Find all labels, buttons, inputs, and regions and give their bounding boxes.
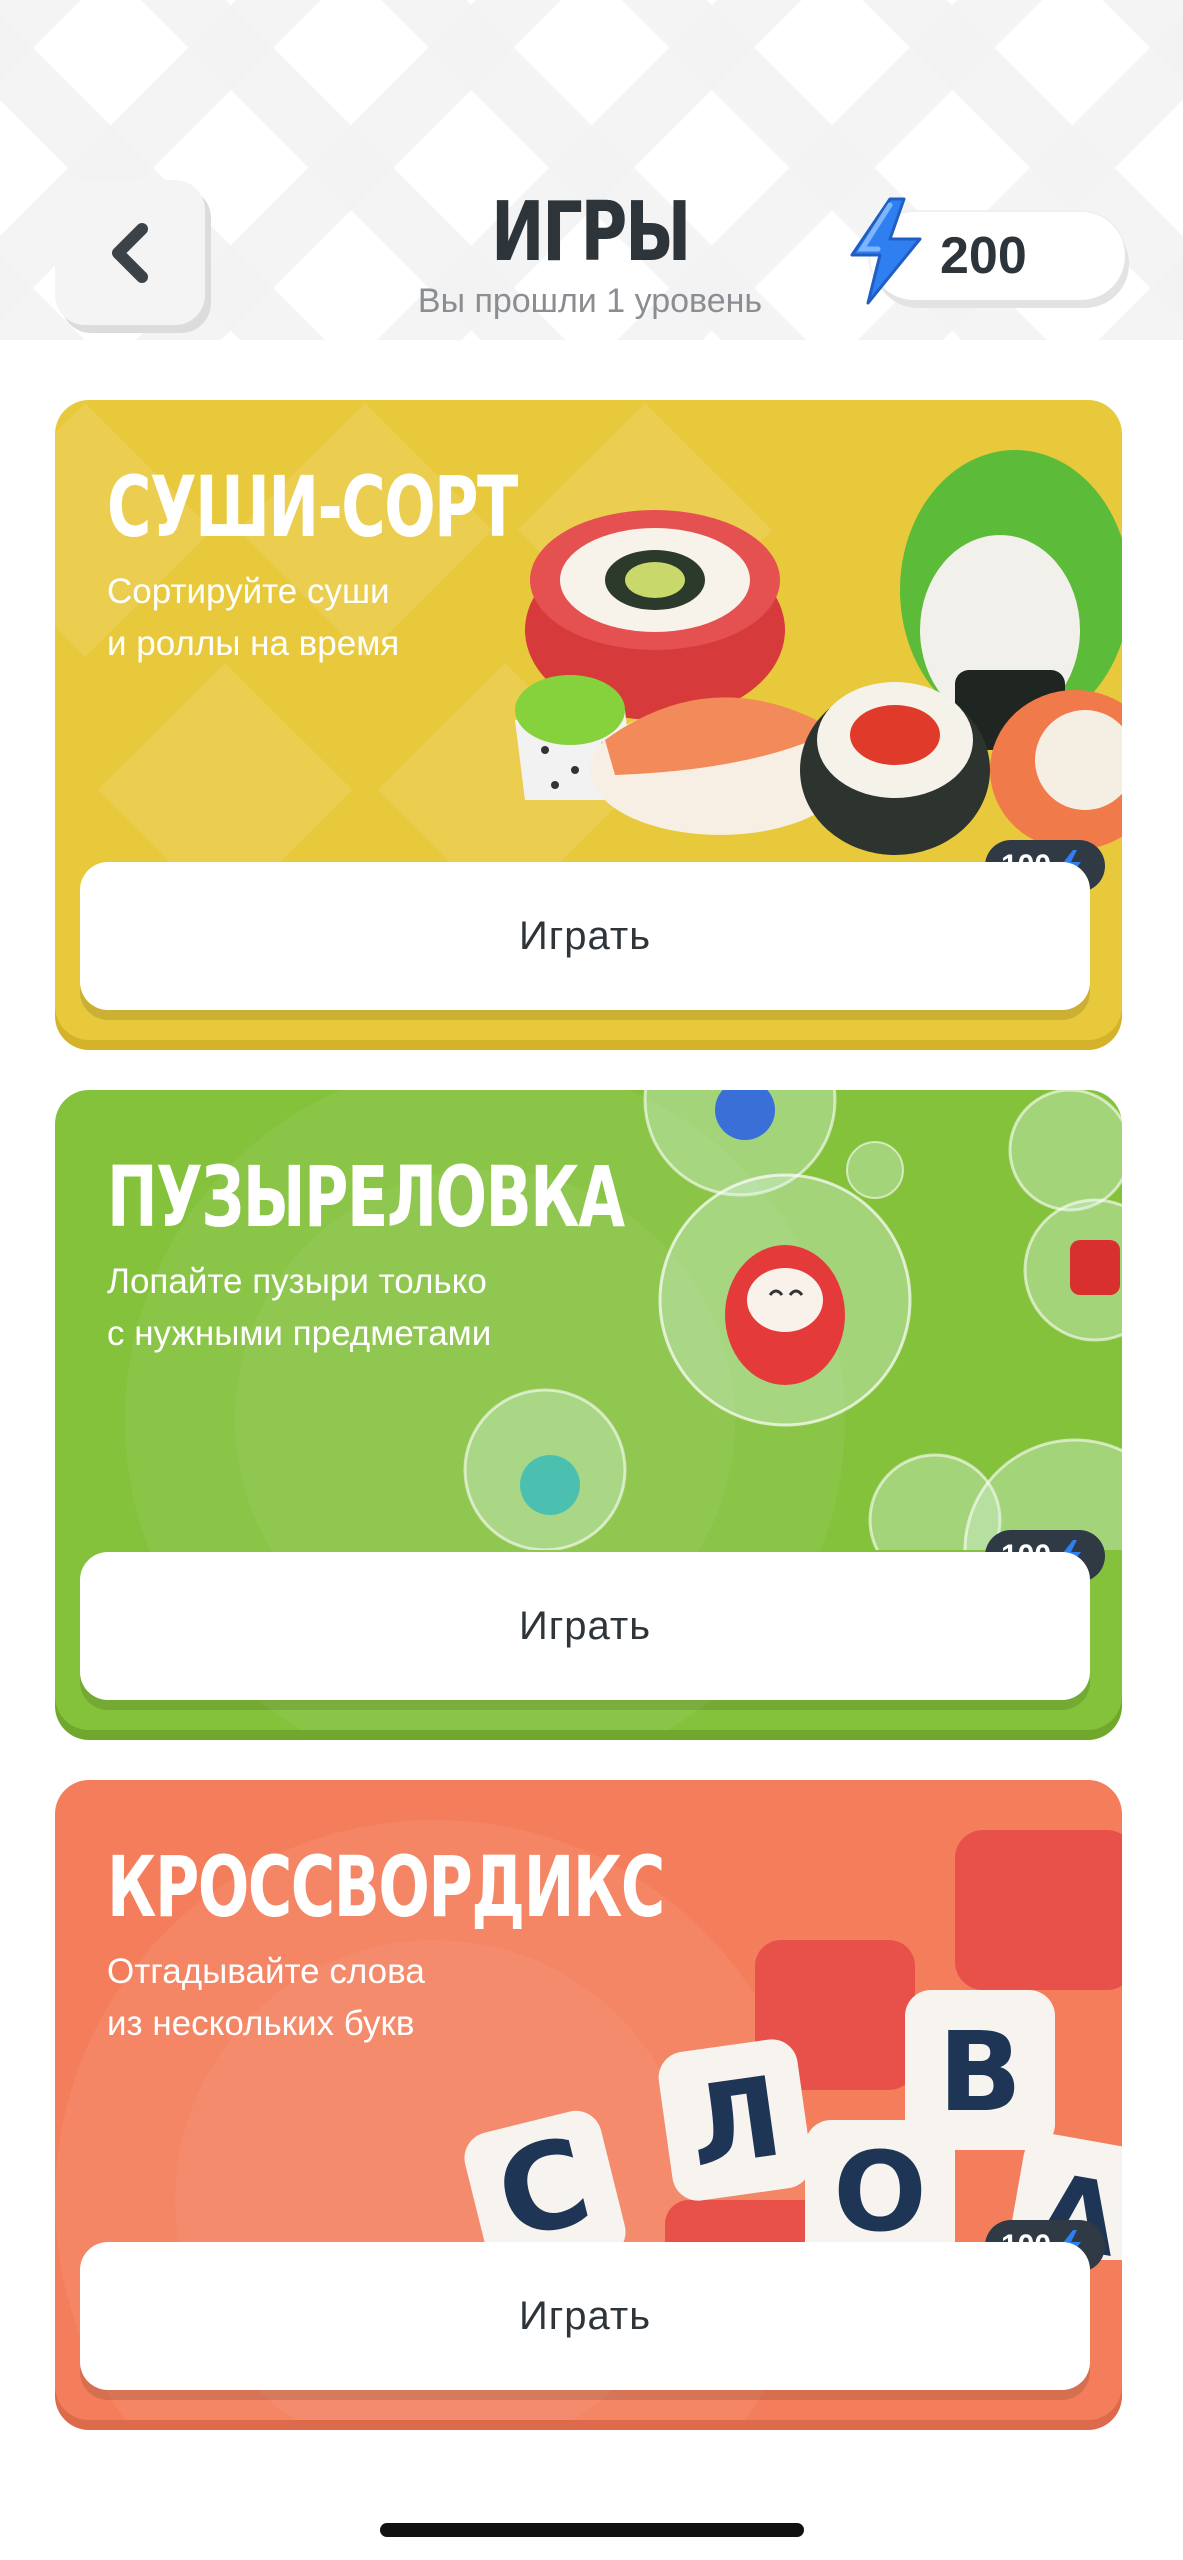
home-indicator[interactable] bbox=[380, 2523, 804, 2537]
chevron-left-icon bbox=[112, 222, 148, 283]
game-card-sushi-sort[interactable]: СУШИ-СОРТ Сортируйте суши и роллы на вре… bbox=[55, 400, 1122, 1040]
back-button[interactable] bbox=[55, 180, 205, 325]
letter-tile-o: О bbox=[833, 2128, 927, 2256]
letter-tile-v: В bbox=[938, 2008, 1022, 2136]
page-title: ИГРЫ bbox=[490, 185, 691, 280]
game-card-crosswordix[interactable]: КРОССВОРДИКС Отгадывайте слова из нескол… bbox=[55, 1780, 1122, 2420]
lightning-icon bbox=[850, 197, 922, 305]
balance-value: 200 bbox=[940, 227, 1027, 285]
letter-tile-l: Л bbox=[681, 2052, 789, 2191]
sushi-illustration bbox=[515, 450, 1122, 855]
play-button[interactable]: Играть bbox=[80, 2242, 1090, 2390]
play-button[interactable]: Играть bbox=[80, 862, 1090, 1010]
letter-tiles-illustration: С Л О В А bbox=[464, 1830, 1122, 2260]
level-progress-text: Вы прошли 1 уровень bbox=[417, 282, 763, 320]
bubbles-illustration bbox=[463, 1090, 1122, 1550]
game-card-bubble-catch[interactable]: ПУЗЫРЕЛОВКА Лопайте пузыри только с нужн… bbox=[55, 1090, 1122, 1730]
play-button[interactable]: Играть bbox=[80, 1552, 1090, 1700]
